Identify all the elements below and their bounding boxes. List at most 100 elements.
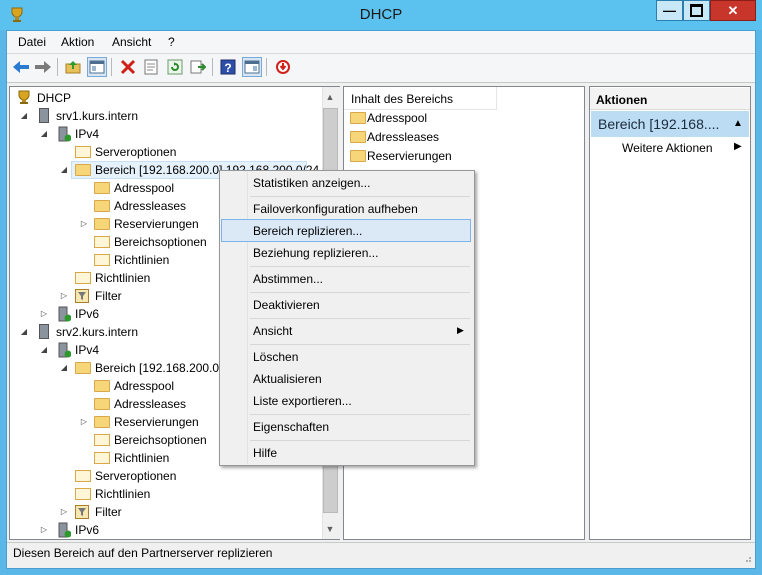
menu-item-beziehung-replizieren[interactable]: Beziehung replizieren... <box>253 242 378 264</box>
menu-item-abstimmen[interactable]: Abstimmen... <box>253 268 323 290</box>
reservations-folder-icon <box>94 416 110 428</box>
address-pool-icon <box>94 182 110 194</box>
collapse-icon[interactable]: ◢ <box>39 125 49 143</box>
collapse-icon[interactable]: ◢ <box>19 323 29 341</box>
expand-icon[interactable]: ▷ <box>79 413 89 431</box>
column-header[interactable]: Inhalt des Bereichs <box>344 87 497 110</box>
forward-icon[interactable] <box>33 57 53 77</box>
menu-separator <box>250 266 470 267</box>
policies-icon <box>94 254 110 266</box>
toolbar-separator <box>111 58 112 76</box>
collapse-icon[interactable]: ◢ <box>19 107 29 125</box>
menu-ansicht[interactable]: Ansicht <box>112 35 151 49</box>
scroll-down-icon[interactable]: ▼ <box>322 521 338 537</box>
menu-item-bereich-replizieren[interactable]: Bereich replizieren... <box>253 220 362 242</box>
refresh-icon[interactable] <box>165 57 185 77</box>
scroll-up-icon[interactable]: ▲ <box>322 89 338 105</box>
actions-header: Aktionen <box>590 88 750 110</box>
tree-label: Reservierungen <box>114 415 199 429</box>
tree-label: Adresspool <box>114 379 175 393</box>
tree-label: Filter <box>95 505 122 519</box>
back-icon[interactable] <box>11 57 31 77</box>
tree-label: Serveroptionen <box>95 145 177 159</box>
menu-item-eigenschaften[interactable]: Eigenschaften <box>253 416 329 438</box>
actions-selected-scope[interactable]: Bereich [192.168.... <box>591 111 749 137</box>
expand-icon[interactable]: ▷ <box>39 521 49 539</box>
tree-label: Serveroptionen <box>95 469 177 483</box>
tree-label: Adresspool <box>114 181 175 195</box>
collapse-up-icon[interactable]: ▲ <box>733 118 743 129</box>
submenu-arrow-icon: ▶ <box>734 141 742 152</box>
menu-item-aktualisieren[interactable]: Aktualisieren <box>253 368 322 390</box>
deactivate-icon[interactable] <box>273 57 293 77</box>
close-button[interactable]: ✕ <box>710 0 756 21</box>
properties-icon[interactable] <box>141 57 161 77</box>
menu-item-liste-exportieren[interactable]: Liste exportieren... <box>253 390 352 412</box>
menu-item-hilfe[interactable]: Hilfe <box>253 442 277 464</box>
expand-icon[interactable]: ▷ <box>59 503 69 521</box>
console-tree-icon[interactable] <box>87 57 107 77</box>
tree-label: Filter <box>95 289 122 303</box>
weitere-aktionen-link[interactable]: Weitere Aktionen <box>622 141 713 155</box>
tree-label: Bereich [192.168.200.0] <box>95 361 223 375</box>
menu-item-statistiken[interactable]: Statistiken anzeigen... <box>253 172 370 194</box>
tree-label: srv1.kurs.intern <box>56 109 139 123</box>
content-item-label: Reservierungen <box>367 149 452 163</box>
menu-item-failover[interactable]: Failoverkonfiguration aufheben <box>253 198 418 220</box>
menu-datei[interactable]: Datei <box>18 35 46 49</box>
tree-label: Richtlinien <box>95 271 151 285</box>
show-hide-icon[interactable] <box>242 57 262 77</box>
policies-icon <box>75 272 91 284</box>
tree-label: srv2.kurs.intern <box>56 325 139 339</box>
expand-icon[interactable]: ▷ <box>39 305 49 323</box>
menu-aktion[interactable]: Aktion <box>61 35 94 49</box>
server-icon <box>39 324 49 339</box>
tree-label: Bereichsoptionen <box>114 235 207 249</box>
export-icon[interactable] <box>188 57 208 77</box>
address-leases-icon <box>94 200 110 212</box>
window-title: DHCP <box>359 6 403 23</box>
resize-grip-icon[interactable] <box>742 552 752 562</box>
tree-label: IPv4 <box>75 127 100 141</box>
dhcp-icon <box>18 90 30 104</box>
maximize-button[interactable] <box>683 0 710 21</box>
scope-folder-icon <box>75 164 91 176</box>
expand-icon[interactable]: ▷ <box>59 287 69 305</box>
collapse-icon[interactable]: ◢ <box>39 341 49 359</box>
address-leases-icon <box>94 398 110 410</box>
minimize-button[interactable]: — <box>656 0 683 21</box>
tree-label: Richtlinien <box>114 451 170 465</box>
tree-label: Reservierungen <box>114 217 199 231</box>
collapse-icon[interactable]: ◢ <box>59 161 69 179</box>
menu-separator <box>250 318 470 319</box>
tree-label: Adressleases <box>114 397 187 411</box>
ipv4-icon <box>58 126 71 142</box>
status-text: Diesen Bereich auf den Partnerserver rep… <box>13 546 273 560</box>
tree-label: Richtlinien <box>95 487 151 501</box>
menu-separator <box>250 196 470 197</box>
filter-icon <box>75 505 89 519</box>
scope-options-icon <box>94 434 110 446</box>
collapse-icon[interactable]: ◢ <box>59 359 69 377</box>
tree-label: IPv4 <box>75 343 100 357</box>
scope-folder-icon <box>75 362 91 374</box>
expand-icon[interactable]: ▷ <box>79 215 89 233</box>
submenu-arrow-icon: ▶ <box>457 325 464 335</box>
up-folder-icon[interactable] <box>63 57 83 77</box>
menu-item-ansicht[interactable]: Ansicht <box>253 320 292 342</box>
tree-label: IPv6 <box>75 523 100 537</box>
menu-help[interactable]: ? <box>168 35 175 49</box>
minimize-icon: — <box>663 3 676 18</box>
scope-options-icon <box>94 236 110 248</box>
address-pool-icon <box>94 380 110 392</box>
column-header-label: Inhalt des Bereichs <box>351 92 454 106</box>
options-folder-icon <box>75 470 91 482</box>
delete-icon[interactable] <box>118 57 138 77</box>
menu-item-deaktivieren[interactable]: Deaktivieren <box>253 294 320 316</box>
menu-item-loeschen[interactable]: Löschen <box>253 346 298 368</box>
maximize-icon <box>690 4 703 17</box>
menu-separator <box>250 440 470 441</box>
menu-separator <box>250 414 470 415</box>
help-icon[interactable]: ? <box>218 57 238 77</box>
filter-icon <box>75 289 89 303</box>
